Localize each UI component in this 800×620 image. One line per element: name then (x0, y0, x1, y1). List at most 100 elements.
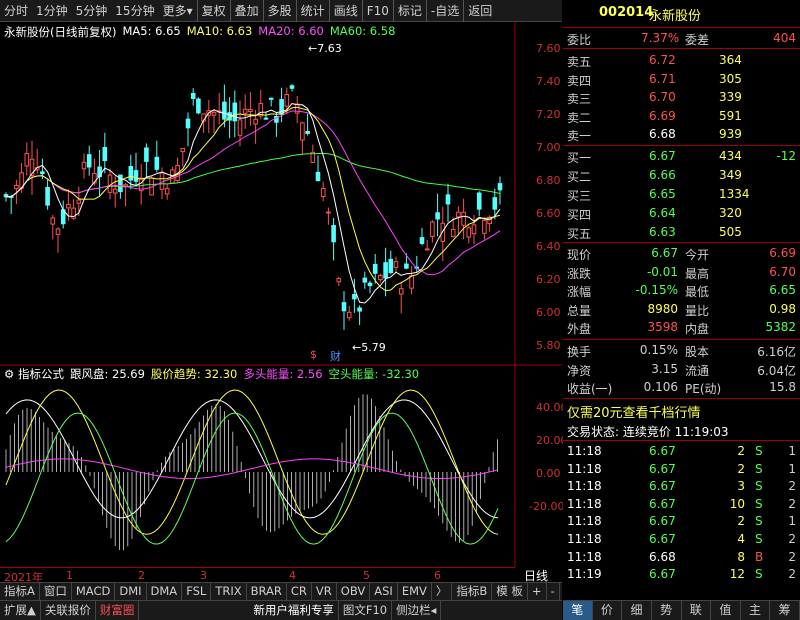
fuquan-button[interactable]: 复权 (196, 0, 230, 22)
mark-button[interactable]: 标记 (392, 0, 426, 22)
tab-f10-text[interactable]: 图文F10 (339, 601, 393, 620)
finance-label[interactable]: 财 (330, 348, 341, 364)
tab-vr[interactable]: VR (312, 583, 337, 600)
tick-price: 6.67 (649, 479, 676, 494)
tab-wealth-circle[interactable]: 财富圈 (96, 601, 140, 620)
tick-direction: S (755, 514, 763, 529)
tab-bi[interactable]: 笔 (563, 601, 593, 620)
tab-dmi[interactable]: DMI (115, 583, 147, 600)
y-tick: 7.20 (536, 108, 561, 121)
promo-row[interactable]: 仅需20元查看千档行情 (563, 401, 800, 421)
stat-value: 6.69 (769, 246, 796, 260)
watchlist-button[interactable]: -自选 (425, 0, 463, 22)
remove-button[interactable]: - (547, 583, 560, 600)
multi-stock-button[interactable]: 多股 (262, 0, 296, 22)
tick-row: 11:18 6.67 4 S 2 (563, 531, 800, 549)
top-toolbar: 分时 1分钟 5分钟 15分钟 更多▾ 复权 叠加 多股 统计 画线 F10 标… (0, 0, 562, 22)
back-button[interactable]: 返回 (463, 0, 496, 22)
indicator-line4: 空头能量: -32.30 (328, 367, 420, 381)
tick-row: 11:18 6.68 8 B 2 (563, 549, 800, 567)
bid-volume: 1334 (719, 187, 750, 201)
tick-direction: S (755, 479, 763, 494)
tick-row: 11:18 6.67 2 S 1 (563, 461, 800, 479)
tab-indicator-b[interactable]: 指标B (452, 583, 493, 600)
f10-button[interactable]: F10 (361, 0, 393, 22)
tick-time: 11:18 (567, 532, 602, 546)
ask-row[interactable]: 卖五 6.72 364 (563, 52, 800, 70)
tick-time: 11:18 (567, 496, 602, 511)
bid-row[interactable]: 买二 6.66 349 (563, 167, 800, 185)
stat-row: 现价 6.67 今开 6.69 (563, 245, 800, 263)
bid-volume: 320 (719, 206, 742, 220)
stat-label: 今开 (685, 248, 710, 262)
tab-template[interactable]: 模 板 (492, 583, 528, 600)
tab-shi[interactable]: 势 (652, 601, 682, 620)
tab-lian[interactable]: 联 (682, 601, 712, 620)
tab-obv[interactable]: OBV (337, 583, 371, 600)
tab-brar[interactable]: BRAR (247, 583, 287, 600)
tick-volume: 12 (729, 567, 745, 582)
date-axis: 2021年 1 2 3 4 5 6 (0, 567, 515, 584)
tab-cr[interactable]: CR (287, 583, 312, 600)
new-user-promo[interactable]: 新用户福利专享 (249, 601, 339, 620)
overlay-button[interactable]: 叠加 (229, 0, 263, 22)
tick-count: 1 (788, 461, 796, 476)
ask-label: 卖四 (567, 73, 592, 88)
chevron-down-icon: ▾ (186, 3, 193, 18)
ask-volume: 364 (719, 53, 742, 67)
sidebar-toggle[interactable]: 侧边栏◂ (392, 601, 442, 620)
tab-window[interactable]: 窗口 (40, 583, 72, 600)
tick-volume: 3 (737, 479, 745, 494)
add-button[interactable]: + (528, 583, 547, 600)
tick-time: 11:18 (567, 479, 602, 494)
bid-row[interactable]: 买五 6.63 505 (563, 224, 800, 242)
tab-xi[interactable]: 细 (622, 601, 652, 620)
tab-macd[interactable]: MACD (72, 583, 116, 600)
tab-dma[interactable]: DMA (147, 583, 183, 600)
dividend-icon[interactable]: $ (310, 348, 317, 361)
tab-related-quote[interactable]: 关联报价 (41, 601, 96, 620)
tick-direction: S (755, 496, 763, 511)
ask-row[interactable]: 卖一 6.68 939 (563, 126, 800, 144)
ask-row[interactable]: 卖三 6.70 339 (563, 89, 800, 107)
bid-row[interactable]: 买一 6.67 434 -12 (563, 148, 800, 166)
tab-zhi[interactable]: 值 (711, 601, 741, 620)
tab-fsl[interactable]: FSL (182, 583, 212, 600)
tick-price: 6.68 (649, 549, 676, 564)
y-tick: 7.40 (536, 75, 561, 88)
tab-emv[interactable]: EMV (398, 583, 432, 600)
tab-5min[interactable]: 5分钟 (72, 0, 112, 22)
draw-line-button[interactable]: 画线 (328, 0, 362, 22)
extension-tabs: 扩展▲ 关联报价 财富圈 新用户福利专享 图文F10 侧边栏◂ (0, 600, 562, 620)
kline-chart[interactable] (0, 22, 562, 567)
tab-indicator-a[interactable]: 指标A (0, 583, 40, 600)
tab-fenshi[interactable]: 分时 (0, 0, 32, 22)
tick-count: 2 (788, 567, 796, 582)
bid-volume: 434 (719, 149, 742, 163)
ask-row[interactable]: 卖四 6.71 305 (563, 71, 800, 89)
tab-extend[interactable]: 扩展▲ (0, 601, 41, 620)
tick-count: 1 (788, 514, 796, 529)
tab-15min[interactable]: 15分钟 (111, 0, 158, 22)
tick-direction: S (755, 444, 763, 458)
tab-jia[interactable]: 价 (593, 601, 623, 620)
bid-row[interactable]: 买三 6.65 1334 (563, 186, 800, 204)
tab-chou[interactable]: 筹 (770, 601, 800, 620)
tab-asi[interactable]: ASI (370, 583, 398, 600)
tab-zhu[interactable]: 主 (741, 601, 771, 620)
tab-more[interactable]: 更多▾ (159, 0, 197, 22)
bid-price: 6.65 (649, 187, 676, 201)
y-tick: 6.60 (536, 207, 561, 220)
bid-label: 买五 (567, 227, 592, 241)
tab-1min[interactable]: 1分钟 (32, 0, 72, 22)
indicator-formula[interactable]: ⚙ 指标公式 (4, 366, 64, 382)
stock-code: 002014 (599, 5, 654, 20)
ask-row[interactable]: 卖二 6.69 591 (563, 108, 800, 126)
stat-row: 涨幅 -0.15% 最低 6.65 (563, 282, 800, 300)
tab-trix[interactable]: TRIX (211, 583, 247, 600)
tick-direction: S (755, 461, 763, 476)
stats-button[interactable]: 统计 (295, 0, 329, 22)
bid-row[interactable]: 买四 6.64 320 (563, 205, 800, 223)
tick-volume: 2 (737, 514, 745, 529)
chevron-right-icon[interactable]: 〉 (432, 583, 453, 600)
